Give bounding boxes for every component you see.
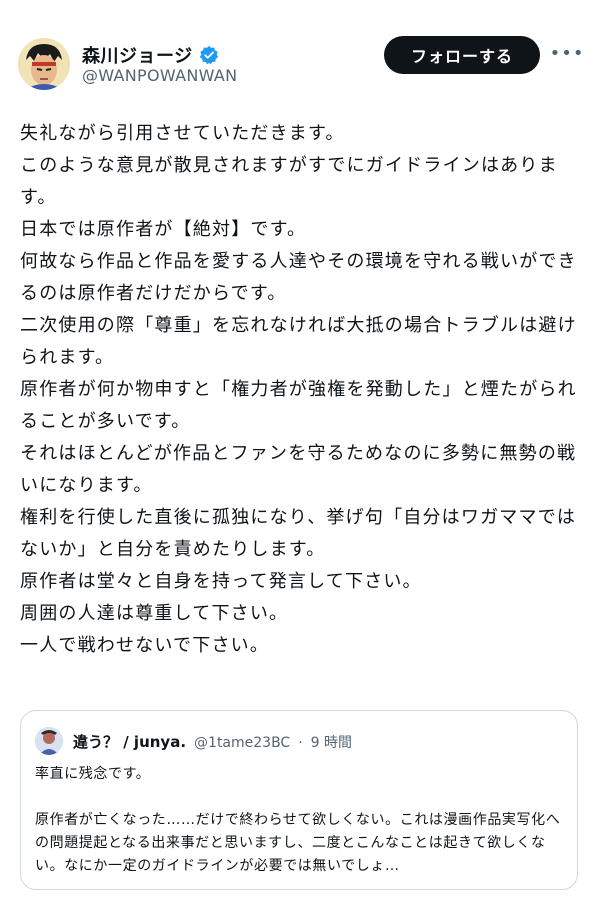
post-card: 森川ジョージ @WANPOWANWAN フォローする ••• 失礼ながら引用させ… <box>0 0 600 910</box>
post-line: 周囲の人達は尊重して下さい。 <box>20 603 289 624</box>
author-name-row: 森川ジョージ <box>82 42 219 68</box>
quoted-post[interactable]: 違う？ / junya. @1tame23BC · 9 時間 率直に残念です。 … <box>20 710 578 890</box>
follow-button[interactable]: フォローする <box>384 36 540 74</box>
post-line: 失礼ながら引用させていただきます。 <box>20 123 345 144</box>
post-line: 原作者は堂々と自身を持って発言して下さい。 <box>20 571 422 592</box>
post-text: 失礼ながら引用させていただきます。 このような意見が散見されますがすでにガイドラ… <box>20 118 580 662</box>
quoted-spacer <box>35 786 567 809</box>
post-line: 権利を行使した直後に孤独になり、挙げ句「自分はワガママではないか」と自分を責めた… <box>20 507 577 560</box>
quoted-handle[interactable]: @1tame23BC <box>194 735 290 751</box>
quoted-author-avatar[interactable] <box>35 727 63 755</box>
post-line: 日本では原作者が【絶対】です。 <box>20 219 307 240</box>
post-line: 何故なら作品と作品を愛する人達やその環境を守れる戦いができるのは原作者だけだから… <box>20 251 577 304</box>
quoted-separator: · <box>298 735 303 751</box>
more-dots-icon[interactable]: ••• <box>550 40 584 66</box>
author-handle[interactable]: @WANPOWANWAN <box>82 66 237 85</box>
quoted-display-name[interactable]: 違う？ / junya. <box>73 731 186 752</box>
quoted-timestamp[interactable]: 9 時間 <box>311 732 352 752</box>
post-line: 二次使用の際「尊重」を忘れなければ大抵の場合トラブルは避けられます。 <box>20 315 577 368</box>
quoted-line: 原作者が亡くなった……だけで終わらせて欲しくない。これは漫画作品実写化への問題提… <box>35 812 561 874</box>
author-display-name[interactable]: 森川ジョージ <box>82 42 193 68</box>
post-line: 原作者が何か物申すと「権力者が強権を発動した」と煙たがられることが多いです。 <box>20 379 577 432</box>
verified-badge-icon <box>199 45 218 65</box>
post-line: このような意見が散見されますがすでにガイドラインはあります。 <box>20 155 558 208</box>
quoted-header: 違う？ / junya. @1tame23BC · 9 時間 <box>73 731 352 752</box>
author-avatar[interactable] <box>18 38 70 90</box>
quoted-line: 率直に残念です。 <box>35 766 151 782</box>
quoted-text: 率直に残念です。 原作者が亡くなった……だけで終わらせて欲しくない。これは漫画作… <box>35 763 567 878</box>
post-line: 一人で戦わせないで下さい。 <box>20 635 270 656</box>
post-line: それはほとんどが作品とファンを守るためなのに多勢に無勢の戦いになります。 <box>20 443 577 496</box>
